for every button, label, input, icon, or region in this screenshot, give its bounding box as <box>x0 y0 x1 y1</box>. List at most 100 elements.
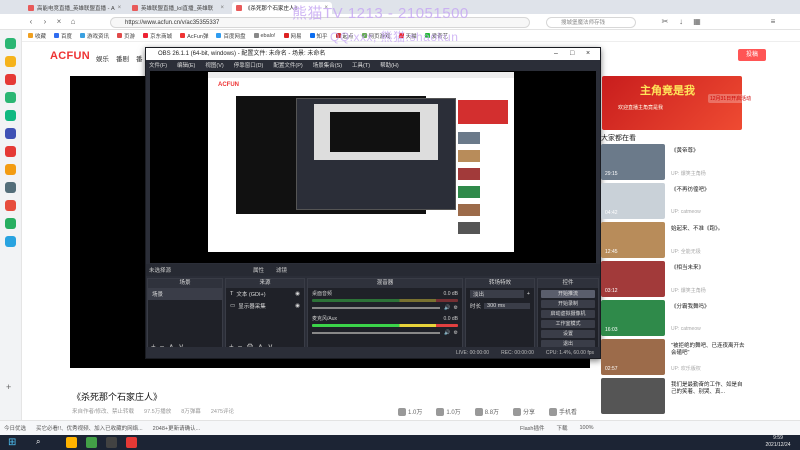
menu-icon[interactable]: ≡ <box>768 17 778 27</box>
close-icon[interactable]: × <box>54 17 64 27</box>
close-icon[interactable]: × <box>586 48 590 60</box>
related-video-title[interactable]: 《不再彷徨吧》 <box>671 187 745 194</box>
sidebar-app-icon[interactable] <box>5 218 16 229</box>
close-icon[interactable]: × <box>118 5 122 11</box>
source-item[interactable]: T 文本 (GDI+) ◉ <box>226 288 304 300</box>
nav-link[interactable]: 番剧 <box>116 53 129 63</box>
sidebar-app-icon[interactable] <box>5 38 16 49</box>
volume-slider[interactable] <box>312 332 441 334</box>
eye-icon[interactable]: ◉ <box>295 303 300 309</box>
related-video-item[interactable]: 16:03 《分霸我舞吗》 UP: catmeow <box>601 300 800 336</box>
duration-input[interactable]: 300 ms <box>484 303 530 309</box>
taskbar-app-icon[interactable] <box>86 437 97 448</box>
flash-plugin[interactable]: Flash插件 <box>520 424 544 432</box>
back-icon[interactable]: ‹ <box>26 17 36 27</box>
start-recording-button[interactable]: 开始录制 <box>541 300 595 308</box>
sidebar-app-icon[interactable] <box>5 164 16 175</box>
mobile-view-button[interactable]: 手机看 <box>549 407 577 416</box>
download-icon[interactable]: ↓ <box>676 17 686 27</box>
bookmark-item[interactable]: 京东商城 <box>143 32 172 40</box>
upload-button[interactable]: 投稿 <box>738 49 766 61</box>
apps-icon[interactable]: ▦ <box>692 17 702 27</box>
download-indicator[interactable]: 下载 <box>556 424 567 432</box>
related-video-uploader[interactable]: UP: catmeow <box>671 209 701 215</box>
related-video-title[interactable]: 《黄帝尊》 <box>671 148 745 155</box>
add-icon[interactable]: + <box>527 291 530 297</box>
sidebar-app-icon[interactable] <box>5 74 16 85</box>
related-video-uploader[interactable]: UP: 爆笑主角杨 <box>671 170 706 177</box>
related-video-item[interactable]: 我们是最勤奋的工作、如是自己的笑着、别哭、真... <box>601 378 800 414</box>
obs-menu-item[interactable]: 帮助(H) <box>380 61 399 69</box>
related-video-item[interactable]: 04:42 《不再彷徨吧》 UP: catmeow <box>601 183 800 219</box>
status-item[interactable]: 今日优选 <box>4 424 26 432</box>
obs-menu-item[interactable]: 工具(T) <box>352 61 370 69</box>
related-video-title[interactable]: 《相当未来》 <box>671 265 745 272</box>
extension-icon[interactable]: ✂ <box>660 17 670 27</box>
sidebar-app-icon[interactable] <box>5 92 16 103</box>
source-item[interactable]: ▭ 显示器采集 ◉ <box>226 300 304 312</box>
studio-mode-button[interactable]: 工作室模式 <box>541 320 595 328</box>
banana-button[interactable]: 1.0万 <box>436 407 461 416</box>
related-video-item[interactable]: 02:57 "被拒绝的舞吧、已连夜离开去会磕吧" UP: 欢乐版权 <box>601 339 800 375</box>
related-video-uploader[interactable]: UP: 欢乐版权 <box>671 365 701 372</box>
status-item[interactable]: 买它必看!!、优秀视频、加入已收藏的网络... <box>36 424 143 432</box>
browser-tab[interactable]: 高能电竞直播_英雄联盟直播 - A × <box>24 2 124 14</box>
windows-start-icon[interactable]: ⊞ <box>8 437 19 448</box>
bookmark-item[interactable]: 知乎 <box>309 32 328 40</box>
search-icon[interactable]: ⌕ <box>36 437 46 447</box>
properties-button[interactable]: 属性 <box>253 266 264 274</box>
related-video-uploader[interactable]: UP: 爆笑主角杨 <box>671 287 706 294</box>
sidebar-app-icon[interactable] <box>5 146 16 157</box>
add-icon[interactable]: + <box>6 382 11 392</box>
browser-tab[interactable]: 英雄联盟直播_lol直播_英雄联 × <box>128 2 228 14</box>
video-thumbnail[interactable]: 02:57 <box>601 339 665 375</box>
related-video-title[interactable]: 我们是最勤奋的工作、如是自己的笑着、别哭、真... <box>671 382 745 396</box>
transition-select[interactable]: 淡出 <box>470 290 524 298</box>
sidebar-app-icon[interactable] <box>5 56 16 67</box>
video-thumbnail[interactable]: 29:15 <box>601 144 665 180</box>
acfun-logo[interactable]: ACFUN <box>50 50 90 62</box>
video-thumbnail[interactable]: 12:45 <box>601 222 665 258</box>
related-video-uploader[interactable]: UP: catmeow <box>671 326 701 332</box>
related-video-item[interactable]: 03:12 《相当未来》 UP: 爆笑主角杨 <box>601 261 800 297</box>
maximize-icon[interactable]: □ <box>570 48 574 60</box>
share-button[interactable]: 分享 <box>513 407 535 416</box>
bookmark-item[interactable]: 百度网盘 <box>216 32 246 40</box>
nav-link[interactable]: 番 <box>136 53 143 63</box>
scene-item[interactable]: 场景 <box>148 288 222 300</box>
speaker-icon[interactable]: 🔊 <box>444 330 450 336</box>
favorite-button[interactable]: 8.8万 <box>474 407 499 416</box>
forward-icon[interactable]: › <box>40 17 50 27</box>
obs-menu-item[interactable]: 场景集合(S) <box>313 61 342 69</box>
bookmark-item[interactable]: 游戏资讯 <box>80 32 109 40</box>
video-thumbnail[interactable]: 04:42 <box>601 183 665 219</box>
sidebar-app-icon[interactable] <box>5 200 16 211</box>
taskbar-obs-icon[interactable] <box>106 437 117 448</box>
related-video-title[interactable]: 始起来、不准《跑》。 <box>671 226 745 233</box>
taskbar-app-icon[interactable] <box>126 437 137 448</box>
bookmark-item[interactable]: AcFun弹 <box>180 32 208 40</box>
home-icon[interactable]: ⌂ <box>68 17 78 27</box>
obs-menu-item[interactable]: 文件(F) <box>149 61 167 69</box>
obs-menu-item[interactable]: 视图(V) <box>205 61 223 69</box>
gear-icon[interactable]: ⚙ <box>454 330 458 336</box>
related-video-title[interactable]: 《分霸我舞吗》 <box>671 304 745 311</box>
related-video-title[interactable]: "被拒绝的舞吧、已连夜离开去会磕吧" <box>671 343 745 357</box>
eye-icon[interactable]: ◉ <box>295 291 300 297</box>
status-item[interactable]: 2048+更新请确认... <box>153 424 201 432</box>
bookmark-item[interactable]: 页游 <box>117 32 135 40</box>
obs-menu-item[interactable]: 停靠窗口(D) <box>234 61 264 69</box>
video-thumbnail[interactable]: 03:12 <box>601 261 665 297</box>
related-video-item[interactable]: 12:45 始起来、不准《跑》。 UP: 全能无极 <box>601 222 800 258</box>
search-input[interactable]: 搜城堡魔法师存钱 <box>546 17 636 28</box>
sidebar-app-icon[interactable] <box>5 128 16 139</box>
filters-button[interactable]: 滤镜 <box>276 266 287 274</box>
video-thumbnail[interactable]: 16:03 <box>601 300 665 336</box>
taskbar-clock[interactable]: 9:59 2021/12/24 <box>756 435 800 450</box>
obs-menu-item[interactable]: 编辑(E) <box>177 61 195 69</box>
sidebar-app-icon[interactable] <box>5 182 16 193</box>
minimize-icon[interactable]: – <box>554 48 558 60</box>
gear-icon[interactable]: ⚙ <box>454 305 458 311</box>
nav-link[interactable]: 娱乐 <box>96 53 109 63</box>
zoom-level[interactable]: 100% <box>579 425 593 431</box>
